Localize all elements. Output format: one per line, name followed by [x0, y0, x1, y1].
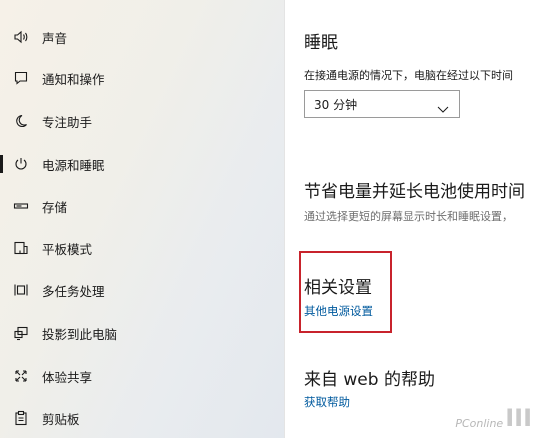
- settings-content: 睡眠 在接通电源的情况下，电脑在经过以下时间 30 分钟 节省电量并延长电池使用…: [285, 0, 542, 438]
- sidebar-item-sound[interactable]: 声音: [0, 16, 284, 58]
- battery-title: 节省电量并延长电池使用时间: [304, 182, 525, 202]
- sidebar-item-label: 专注助手: [42, 114, 93, 130]
- notification-icon: [10, 67, 32, 89]
- moon-icon: [10, 110, 32, 132]
- additional-power-settings-link[interactable]: 其他电源设置: [304, 303, 373, 319]
- sidebar-item-multitasking[interactable]: 多任务处理: [0, 269, 284, 311]
- sidebar-item-project-to-pc[interactable]: 投影到此电脑: [0, 312, 284, 354]
- sidebar: 声音 通知和操作 专注助手 电源和睡眠 存储 平板模式 多任务处理 投影到此电脑…: [0, 0, 284, 438]
- sidebar-item-label: 通知和操作: [42, 71, 105, 87]
- sidebar-item-label: 平板模式: [42, 241, 93, 257]
- sidebar-item-focus-assist[interactable]: 专注助手: [0, 100, 284, 142]
- sleep-timeout-select[interactable]: 30 分钟: [304, 90, 460, 118]
- sidebar-item-label: 体验共享: [42, 369, 93, 385]
- sidebar-item-storage[interactable]: 存储: [0, 185, 284, 227]
- watermark-text: PConline: [455, 417, 504, 430]
- sidebar-item-clipboard[interactable]: 剪贴板: [0, 397, 284, 439]
- watermark-mark: ⅠⅠⅠ: [505, 404, 532, 432]
- sidebar-item-notifications[interactable]: 通知和操作: [0, 57, 284, 99]
- sleep-timeout-value: 30 分钟: [314, 97, 358, 112]
- get-help-link[interactable]: 获取帮助: [304, 394, 350, 410]
- active-indicator: [0, 155, 3, 173]
- tablet-icon: [10, 237, 32, 259]
- sleep-description: 在接通电源的情况下，电脑在经过以下时间: [304, 69, 513, 82]
- sidebar-item-label: 剪贴板: [42, 411, 80, 427]
- speaker-icon: [10, 26, 32, 48]
- chevron-down-icon: [437, 99, 449, 118]
- power-icon: [10, 153, 32, 175]
- clipboard-icon: [10, 407, 32, 429]
- sidebar-item-tablet-mode[interactable]: 平板模式: [0, 227, 284, 269]
- battery-description: 通过选择更短的屏幕显示时长和睡眠设置，: [304, 210, 513, 223]
- sidebar-item-shared-experiences[interactable]: 体验共享: [0, 355, 284, 397]
- related-settings-title: 相关设置: [304, 278, 372, 298]
- sidebar-item-label: 电源和睡眠: [42, 157, 105, 173]
- sleep-title: 睡眠: [304, 33, 338, 53]
- sidebar-item-power-sleep[interactable]: 电源和睡眠: [0, 143, 284, 185]
- multitask-icon: [10, 279, 32, 301]
- sidebar-item-label: 投影到此电脑: [42, 326, 118, 342]
- share-icon: [10, 365, 32, 387]
- projection-icon: [10, 322, 32, 344]
- sidebar-item-label: 声音: [42, 30, 68, 46]
- sidebar-item-label: 存储: [42, 199, 68, 215]
- sidebar-item-label: 多任务处理: [42, 283, 105, 299]
- storage-icon: [10, 195, 32, 217]
- watermark-logo: PConline ⅠⅠⅠ: [455, 406, 532, 430]
- help-title: 来自 web 的帮助: [304, 370, 435, 390]
